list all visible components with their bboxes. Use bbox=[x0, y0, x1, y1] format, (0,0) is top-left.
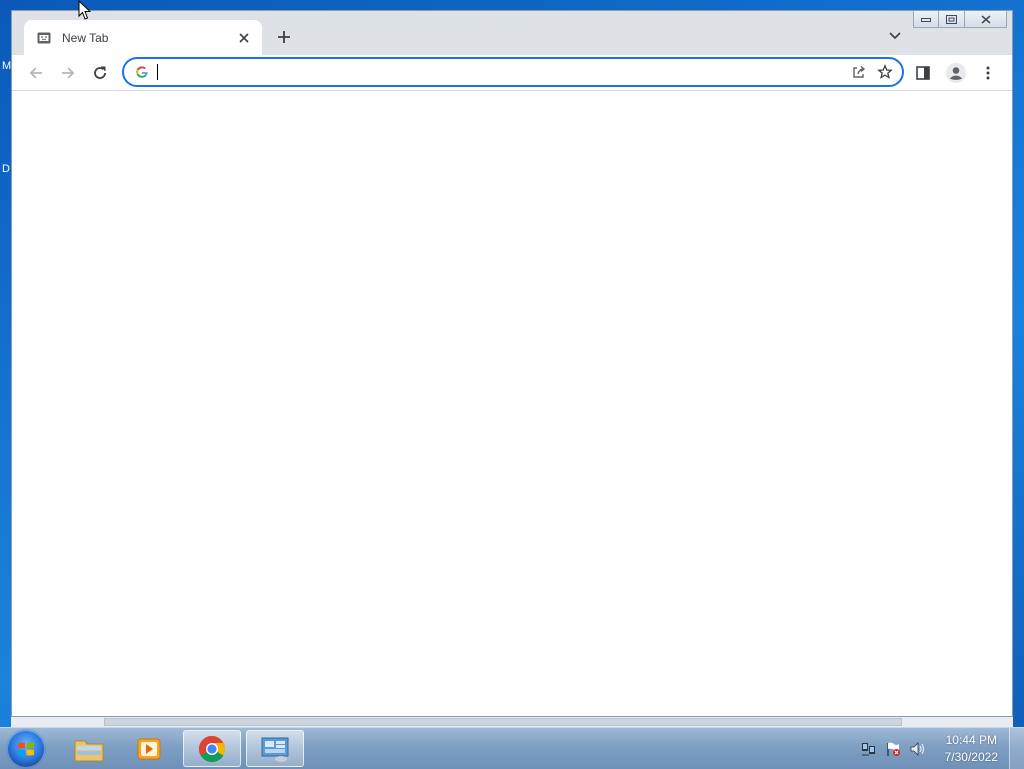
network-icon[interactable] bbox=[860, 740, 878, 758]
taskbar-explorer[interactable] bbox=[60, 730, 118, 767]
taskbar-control-panel[interactable] bbox=[246, 730, 304, 767]
desktop-icon-label-1: M bbox=[2, 60, 12, 72]
folder-icon bbox=[74, 740, 104, 761]
taskbar: 10:44 PM 7/30/2022 bbox=[0, 727, 1024, 769]
desktop-icon-label-2: D bbox=[2, 163, 10, 175]
close-icon[interactable] bbox=[236, 30, 252, 46]
back-arrow-icon[interactable] bbox=[22, 59, 50, 87]
taskbar-media-player[interactable] bbox=[120, 730, 178, 767]
tab-search-button[interactable] bbox=[885, 26, 905, 46]
more-vert-icon[interactable] bbox=[974, 59, 1002, 87]
window-controls bbox=[913, 11, 1007, 28]
clock-time: 10:44 PM bbox=[945, 732, 997, 747]
text-caret bbox=[157, 64, 158, 80]
profile-icon[interactable] bbox=[942, 59, 970, 87]
omnibox-input[interactable] bbox=[156, 60, 846, 84]
share-icon[interactable] bbox=[846, 59, 872, 85]
media-player-icon bbox=[137, 738, 161, 759]
new-tab-button[interactable] bbox=[273, 26, 295, 48]
action-center-flag-icon[interactable] bbox=[884, 740, 902, 758]
chrome-icon bbox=[198, 735, 226, 762]
scrollbar-thumb[interactable] bbox=[104, 718, 902, 726]
minimize-button[interactable] bbox=[913, 11, 939, 28]
new-tab-icon bbox=[36, 30, 52, 46]
show-desktop-button[interactable] bbox=[1009, 728, 1024, 769]
system-tray: 10:44 PM 7/30/2022 bbox=[857, 728, 998, 769]
windows-logo-icon bbox=[18, 742, 34, 756]
clock[interactable]: 10:44 PM 7/30/2022 bbox=[945, 732, 998, 766]
browser-window: New Tab bbox=[11, 10, 1013, 717]
forward-arrow-icon[interactable] bbox=[54, 59, 82, 87]
horizontal-scrollbar[interactable] bbox=[11, 717, 1013, 727]
mouse-cursor-icon bbox=[78, 0, 92, 20]
restore-button[interactable] bbox=[939, 11, 965, 28]
tab-strip: New Tab bbox=[12, 11, 1012, 55]
start-button[interactable] bbox=[6, 729, 46, 769]
star-icon[interactable] bbox=[872, 59, 898, 85]
page-content bbox=[12, 91, 1012, 716]
browser-toolbar bbox=[12, 55, 1012, 91]
address-bar[interactable] bbox=[122, 57, 904, 87]
side-panel-icon[interactable] bbox=[909, 59, 937, 87]
close-window-button[interactable] bbox=[965, 11, 1007, 28]
reload-icon[interactable] bbox=[86, 59, 114, 87]
google-icon bbox=[134, 64, 150, 80]
tab-new-tab[interactable]: New Tab bbox=[24, 20, 262, 55]
control-panel-icon bbox=[261, 737, 289, 762]
taskbar-chrome[interactable] bbox=[183, 730, 241, 767]
volume-icon[interactable] bbox=[908, 740, 926, 758]
tab-title: New Tab bbox=[62, 30, 109, 45]
clock-date: 7/30/2022 bbox=[944, 749, 998, 764]
